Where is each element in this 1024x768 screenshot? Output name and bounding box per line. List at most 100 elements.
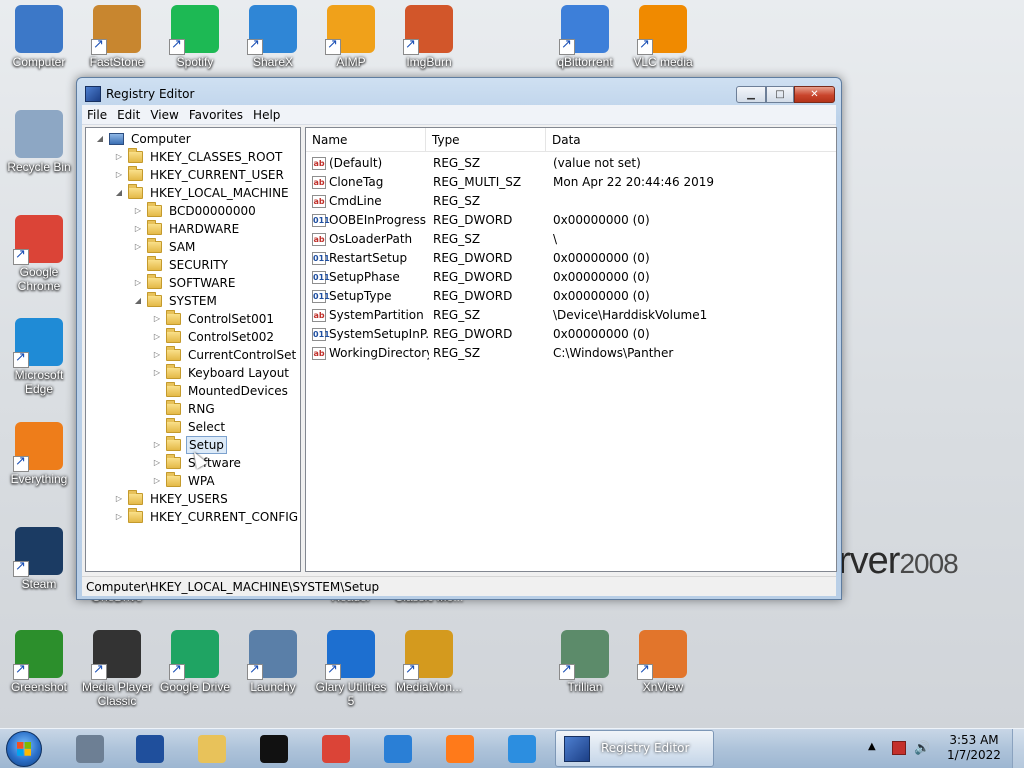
taskbar-pinned-app[interactable] (122, 733, 178, 765)
expand-toggle-icon[interactable]: ▷ (153, 441, 161, 449)
value-row[interactable]: ab WorkingDirectory REG_SZ C:\Windows\Panth… (306, 344, 836, 363)
expand-toggle-icon[interactable] (153, 423, 161, 431)
value-row[interactable]: ab (Default) REG_SZ (value not set) (306, 154, 836, 173)
value-row[interactable]: ab OsLoaderPath REG_SZ \ (306, 230, 836, 249)
value-row[interactable]: 011 RestartSetup REG_DWORD 0x00000000 (0) (306, 249, 836, 268)
value-row[interactable]: ab CmdLine REG_SZ (306, 192, 836, 211)
taskbar-pinned-app[interactable] (62, 733, 118, 765)
desktop-icon[interactable]: Recycle Bin (0, 110, 78, 174)
menu-help[interactable]: Help (248, 105, 285, 125)
desktop-icon[interactable]: Media Player Classic (78, 630, 156, 708)
volume-icon[interactable]: 🔊 (914, 741, 930, 756)
expand-toggle-icon[interactable]: ◢ (115, 189, 123, 197)
desktop-icon[interactable]: AIMP (312, 5, 390, 69)
taskbar-pinned-app[interactable] (308, 733, 364, 765)
tray-expand-icon[interactable]: ▲ (868, 741, 876, 752)
value-type: REG_DWORD (433, 251, 513, 265)
desktop-icon[interactable]: Launchy (234, 630, 312, 694)
desktop-icon[interactable]: Glary Utilities 5 (312, 630, 390, 708)
column-type-header[interactable]: Type (426, 128, 546, 152)
expand-toggle-icon[interactable]: ▷ (115, 495, 123, 503)
menu-view[interactable]: View (145, 105, 183, 125)
values-list[interactable]: Name Type Data ab (Default) REG_SZ (value n… (305, 127, 837, 572)
expand-toggle-icon[interactable]: ▷ (115, 171, 123, 179)
expand-toggle-icon[interactable]: ▷ (153, 315, 161, 323)
desktop-icon[interactable]: VLC media (624, 5, 702, 69)
maximize-button[interactable]: □ (766, 86, 794, 103)
steam-icon (13, 527, 63, 577)
desktop-icon[interactable]: Google Chrome (0, 215, 78, 293)
registry-tree[interactable]: ◢ Computer ▷ HKEY_CLASSES_ROOT ▷ HKEY_CURRENT… (85, 127, 301, 572)
expand-toggle-icon[interactable]: ▷ (153, 369, 161, 377)
value-type: REG_SZ (433, 156, 481, 170)
desktop-icon[interactable]: Computer (0, 5, 78, 69)
action-center-icon[interactable] (892, 741, 906, 755)
value-row[interactable]: ab CloneTag REG_MULTI_SZ Mon Apr 22 20:44:4… (306, 173, 836, 192)
menu-file[interactable]: File (82, 105, 112, 125)
expand-toggle-icon[interactable] (153, 387, 161, 395)
desktop-icon[interactable]: MediaMon... (390, 630, 468, 694)
expand-toggle-icon[interactable]: ▷ (115, 153, 123, 161)
chrome-icon (13, 215, 63, 265)
title-bar[interactable]: Registry Editor ▁ □ ✕ (77, 78, 841, 108)
expand-toggle-icon[interactable]: ▷ (134, 207, 142, 215)
desktop-icon[interactable]: FastStone (78, 5, 156, 69)
desktop-icon[interactable]: Steam (0, 527, 78, 591)
expand-toggle-icon[interactable]: ◢ (134, 297, 142, 305)
taskbar-pinned-app[interactable] (494, 733, 550, 765)
desktop-icon-label: Google Chrome (17, 265, 61, 293)
value-row[interactable]: 011 SystemSetupInP... REG_DWORD 0x00000000 … (306, 325, 836, 344)
registry-editor-window[interactable]: Registry Editor ▁ □ ✕ File Edit View Favori… (76, 77, 842, 600)
taskbar-pinned-app[interactable] (370, 733, 426, 765)
desktop-icon[interactable]: ImgBurn (390, 5, 468, 69)
taskbar-pinned-app[interactable] (184, 733, 240, 765)
taskbar-pinned-app[interactable] (246, 733, 302, 765)
shortcut-arrow-icon (637, 37, 653, 55)
expand-toggle-icon[interactable]: ▷ (134, 225, 142, 233)
start-button[interactable] (6, 731, 42, 767)
value-name: OsLoaderPath (329, 232, 413, 246)
column-data-header[interactable]: Data (546, 128, 836, 152)
taskbar-pinned-app[interactable] (432, 733, 488, 765)
expand-toggle-icon[interactable] (134, 261, 142, 269)
menu-favorites[interactable]: Favorites (184, 105, 248, 125)
close-button[interactable]: ✕ (794, 86, 835, 103)
expand-toggle-icon[interactable]: ▷ (153, 459, 161, 467)
value-row[interactable]: 011 SetupPhase REG_DWORD 0x00000000 (0) (306, 268, 836, 287)
expand-toggle-icon[interactable]: ▷ (153, 477, 161, 485)
expand-toggle-icon[interactable]: ◢ (96, 135, 104, 143)
desktop-icon[interactable]: Spotify (156, 5, 234, 69)
expand-toggle-icon[interactable]: ▷ (153, 351, 161, 359)
expand-toggle-icon[interactable] (153, 405, 161, 413)
tree-node-label: HKEY_CURRENT_USER (150, 168, 284, 182)
folder-icon (166, 436, 181, 451)
desktop-icon-label: AIMP (336, 55, 366, 69)
folder-icon (166, 346, 181, 361)
desktop-icon[interactable]: Google Drive (156, 630, 234, 694)
wallpaper-brand: rver2008 (838, 540, 959, 582)
expand-toggle-icon[interactable]: ▷ (134, 243, 142, 251)
desktop-icon[interactable]: ShareX (234, 5, 312, 69)
desktop-icon[interactable]: Trillian (546, 630, 624, 694)
desktop-icon-label: Steam (21, 577, 57, 591)
minimize-button[interactable]: ▁ (736, 86, 766, 103)
desktop-icon[interactable]: qBittorrent (546, 5, 624, 69)
expand-toggle-icon[interactable]: ▷ (115, 513, 123, 521)
desktop-icon[interactable]: Microsoft Edge (0, 318, 78, 396)
menu-bar: File Edit View Favorites Help (82, 105, 836, 125)
show-desktop-button[interactable] (1012, 729, 1024, 768)
value-row[interactable]: ab SystemPartition REG_SZ \Device\HarddiskV… (306, 306, 836, 325)
desktop-icon[interactable]: Greenshot (0, 630, 78, 694)
expand-toggle-icon[interactable]: ▷ (134, 279, 142, 287)
desktop-icon[interactable]: Everything (0, 422, 78, 486)
value-row[interactable]: 011 SetupType REG_DWORD 0x00000000 (0) (306, 287, 836, 306)
column-name-header[interactable]: Name (306, 128, 426, 152)
powershell-icon (136, 735, 164, 763)
value-row[interactable]: 011 OOBEInProgress REG_DWORD 0x00000000 (0) (306, 211, 836, 230)
menu-edit[interactable]: Edit (112, 105, 145, 125)
media-player-icon (91, 630, 141, 680)
taskbar-registry-editor[interactable]: Registry Editor (555, 730, 714, 767)
expand-toggle-icon[interactable]: ▷ (153, 333, 161, 341)
clock[interactable]: 3:53 AM 1/7/2022 (946, 733, 1002, 763)
desktop-icon[interactable]: XnView (624, 630, 702, 694)
